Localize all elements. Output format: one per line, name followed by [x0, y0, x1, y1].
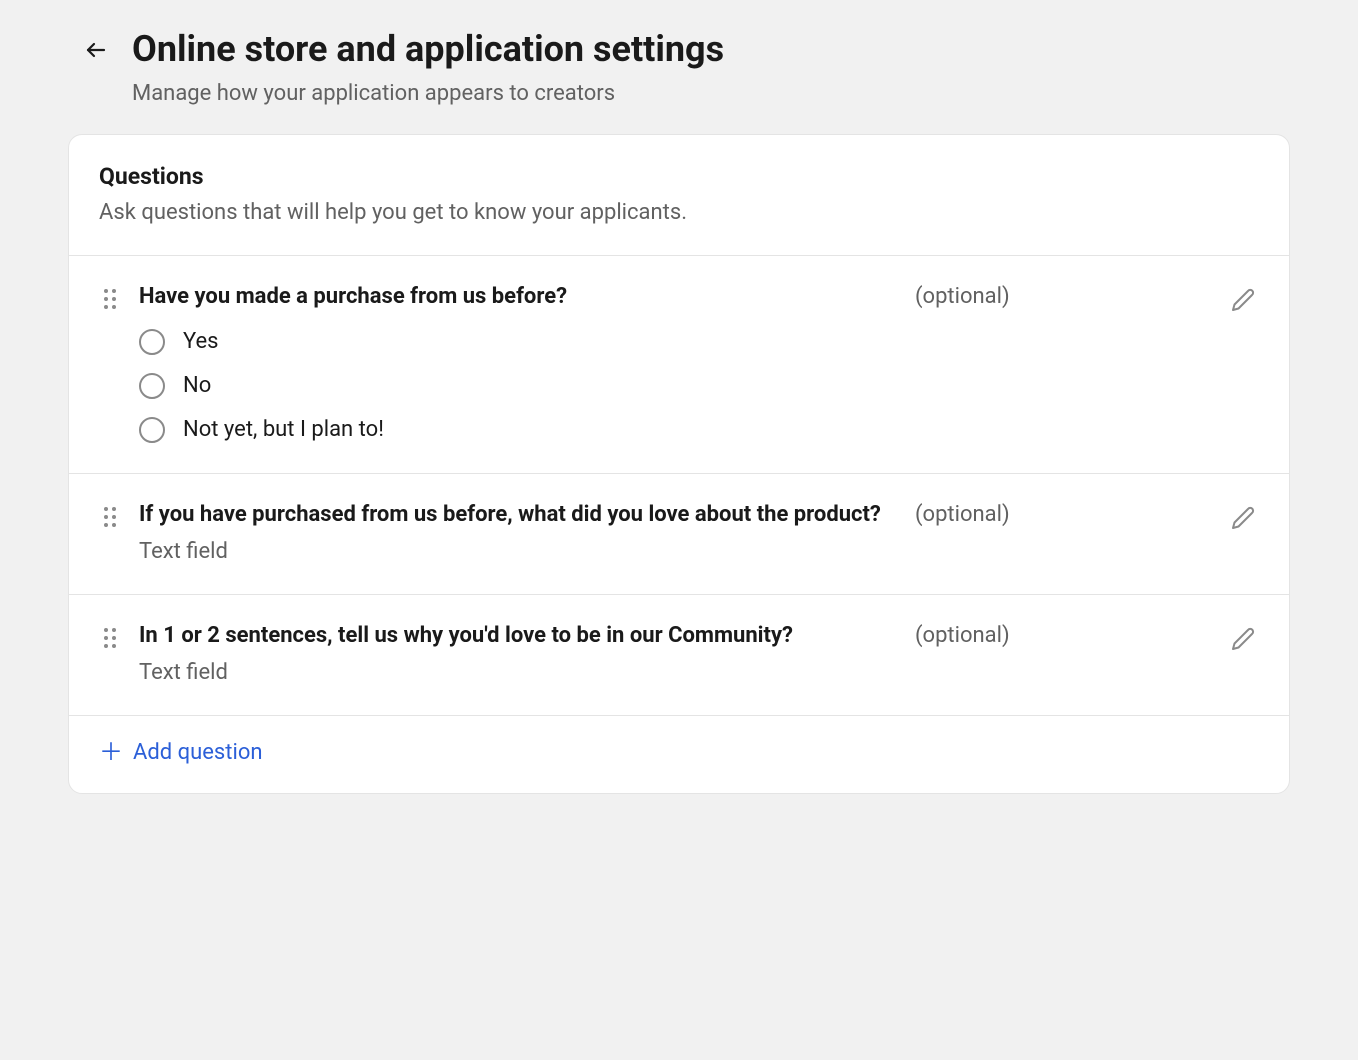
page-header: Online store and application settings Ma… — [68, 28, 1290, 106]
plus-icon: ＋ — [99, 740, 123, 764]
card-footer: ＋ Add question — [69, 716, 1289, 793]
question-optional-label: (optional) — [915, 502, 1010, 527]
pencil-icon — [1231, 506, 1255, 530]
question-title: Have you made a purchase from us before? — [139, 284, 567, 309]
question-row: If you have purchased from us before, wh… — [69, 474, 1289, 595]
option-label: Yes — [183, 329, 219, 354]
pencil-icon — [1231, 288, 1255, 312]
edit-question-button[interactable] — [1227, 284, 1259, 316]
question-row: Have you made a purchase from us before?… — [69, 256, 1289, 474]
back-button[interactable] — [80, 34, 112, 66]
question-options: Yes No Not yet, but I plan to! — [139, 329, 1209, 443]
add-question-button[interactable]: ＋ Add question — [99, 740, 263, 765]
drag-icon — [103, 506, 117, 528]
radio-icon — [139, 417, 165, 443]
edit-question-button[interactable] — [1227, 623, 1259, 655]
card-header: Questions Ask questions that will help y… — [69, 135, 1289, 256]
drag-icon — [103, 288, 117, 310]
question-optional-label: (optional) — [915, 284, 1010, 309]
radio-icon — [139, 329, 165, 355]
page-title: Online store and application settings — [132, 28, 724, 71]
card-title: Questions — [99, 163, 1259, 190]
option-label: No — [183, 373, 211, 398]
drag-handle[interactable] — [99, 504, 121, 530]
radio-icon — [139, 373, 165, 399]
page-subtitle: Manage how your application appears to c… — [132, 81, 724, 106]
pencil-icon — [1231, 627, 1255, 651]
add-question-label: Add question — [133, 740, 263, 765]
radio-option[interactable]: No — [139, 373, 1209, 399]
question-title: In 1 or 2 sentences, tell us why you'd l… — [139, 623, 793, 648]
question-type-hint: Text field — [139, 539, 1209, 564]
radio-option[interactable]: Not yet, but I plan to! — [139, 417, 1209, 443]
card-description: Ask questions that will help you get to … — [99, 200, 1259, 225]
question-type-hint: Text field — [139, 660, 1209, 685]
question-row: In 1 or 2 sentences, tell us why you'd l… — [69, 595, 1289, 716]
edit-question-button[interactable] — [1227, 502, 1259, 534]
back-arrow-icon — [84, 38, 108, 62]
drag-icon — [103, 627, 117, 649]
drag-handle[interactable] — [99, 625, 121, 651]
question-title: If you have purchased from us before, wh… — [139, 502, 881, 527]
radio-option[interactable]: Yes — [139, 329, 1209, 355]
question-optional-label: (optional) — [915, 623, 1010, 648]
drag-handle[interactable] — [99, 286, 121, 312]
option-label: Not yet, but I plan to! — [183, 417, 384, 442]
questions-card: Questions Ask questions that will help y… — [68, 134, 1290, 793]
